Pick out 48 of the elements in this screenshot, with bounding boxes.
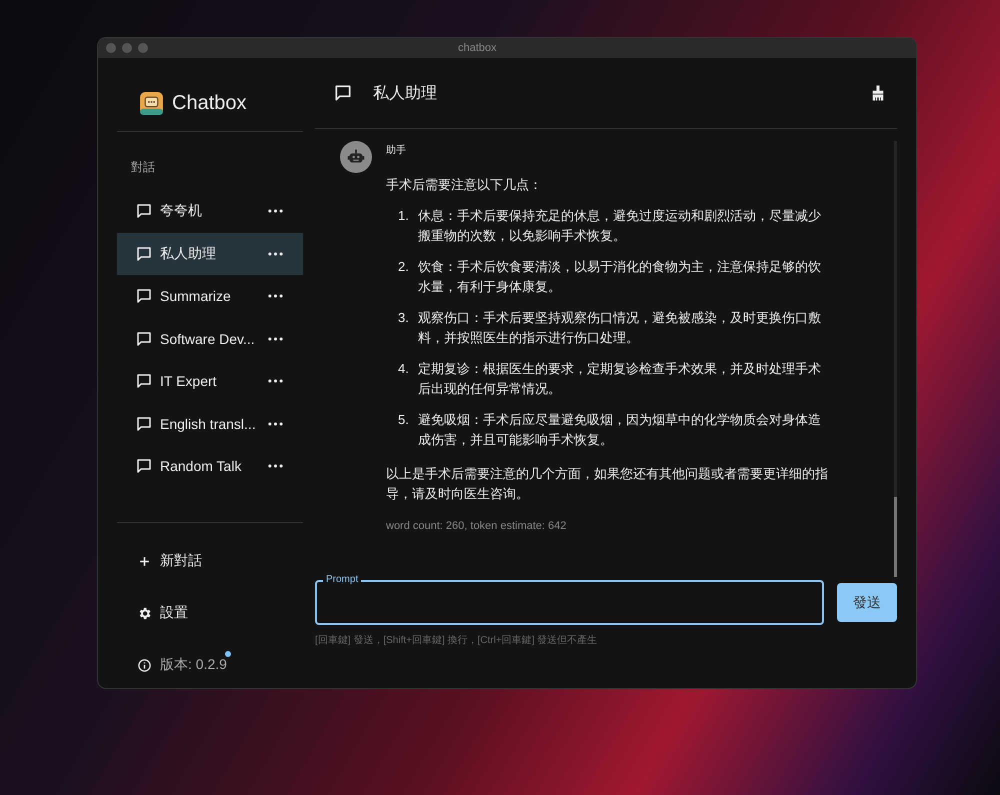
section-label: 對話: [131, 159, 156, 176]
chat-bubble-icon: [135, 244, 153, 263]
settings-icon: [137, 606, 152, 620]
chat-bubble-icon: [135, 372, 153, 390]
more-icon[interactable]: [268, 294, 283, 298]
chat-bubble-icon: [135, 330, 153, 348]
word-count: word count: 260, token estimate: 642: [386, 519, 568, 534]
version-label: 版本: 0.2.9: [160, 656, 227, 674]
more-icon[interactable]: [268, 252, 283, 256]
more-icon[interactable]: [268, 422, 283, 426]
list-item-text: 观察伤口：手术后要坚持观察伤口情况，避免被感染，及时更换伤口敷料，并按照医生的指示进行伤口处理。: [418, 309, 822, 347]
more-icon[interactable]: [268, 379, 283, 384]
list-number: 5.: [398, 411, 410, 429]
chat-bubble-icon: [135, 202, 153, 220]
list-number: 1.: [398, 207, 410, 225]
message-paragraph: 手术后需要注意以下几点：: [386, 176, 543, 194]
list-item-text: 避免吸烟：手术后应尽量避免吸烟，因为烟草中的化学物质会对身体造成伤害，并且可能影响手术恢复。: [418, 411, 822, 449]
chat-bubble-icon: [333, 83, 353, 103]
message-paragraph: 以上是手术后需要注意的几个方面，如果您还有其他问题或者需要更详细的指导，请及时向医生咨询。: [386, 465, 829, 503]
list-item-text: 休息：手术后要保持充足的休息，避免过度运动和剧烈活动，尽量减少搬重物的次数，以免影响手术恢复。: [418, 207, 822, 245]
more-icon[interactable]: [268, 464, 283, 468]
chat-title: 私人助理: [373, 84, 438, 104]
conversation-item[interactable]: Random Talk: [117, 445, 303, 488]
app-name: Chatbox: [172, 92, 246, 114]
conversation-item[interactable]: IT Expert: [117, 360, 303, 402]
conversation-item[interactable]: 私人助理: [117, 232, 303, 275]
conversation-item[interactable]: English transl...: [117, 402, 303, 445]
more-icon[interactable]: [268, 336, 283, 341]
list-number: 4.: [398, 360, 410, 378]
list-item-text: 饮食：手术后饮食要清淡，以易于消化的食物为主，注意保持足够的饮水量，有利于身体康复。: [418, 258, 822, 296]
window-title: chatbox: [458, 42, 497, 54]
chat-logo-icon: [139, 90, 164, 116]
keyboard-hint: [回車鍵] 發送，[Shift+回車鍵] 換行，[Ctrl+回車鍵] 發送但不產生: [315, 634, 598, 647]
chat-bubble-icon: [135, 287, 153, 306]
list-item-text: 定期复诊：根据医生的要求，定期复诊检查手术效果，并及时处理手术后出现的任何异常情况。: [418, 360, 822, 398]
more-icon[interactable]: [268, 209, 283, 214]
chat-bubble-icon: [135, 457, 153, 476]
chat-bubble-icon: [135, 414, 153, 433]
send-button[interactable]: 發送: [837, 583, 897, 622]
conversation-item[interactable]: Summarize: [117, 275, 303, 318]
settings-button[interactable]: 設置: [137, 599, 192, 627]
info-icon: [137, 658, 152, 672]
new-chat-button[interactable]: 新對話: [137, 547, 206, 575]
list-number: 2.: [398, 258, 410, 276]
conversation-item[interactable]: Software Dev...: [117, 318, 303, 360]
list-number: 3.: [398, 309, 410, 327]
sender-name: 助手: [386, 144, 407, 158]
conversation-item[interactable]: 夸夸机: [117, 190, 303, 232]
